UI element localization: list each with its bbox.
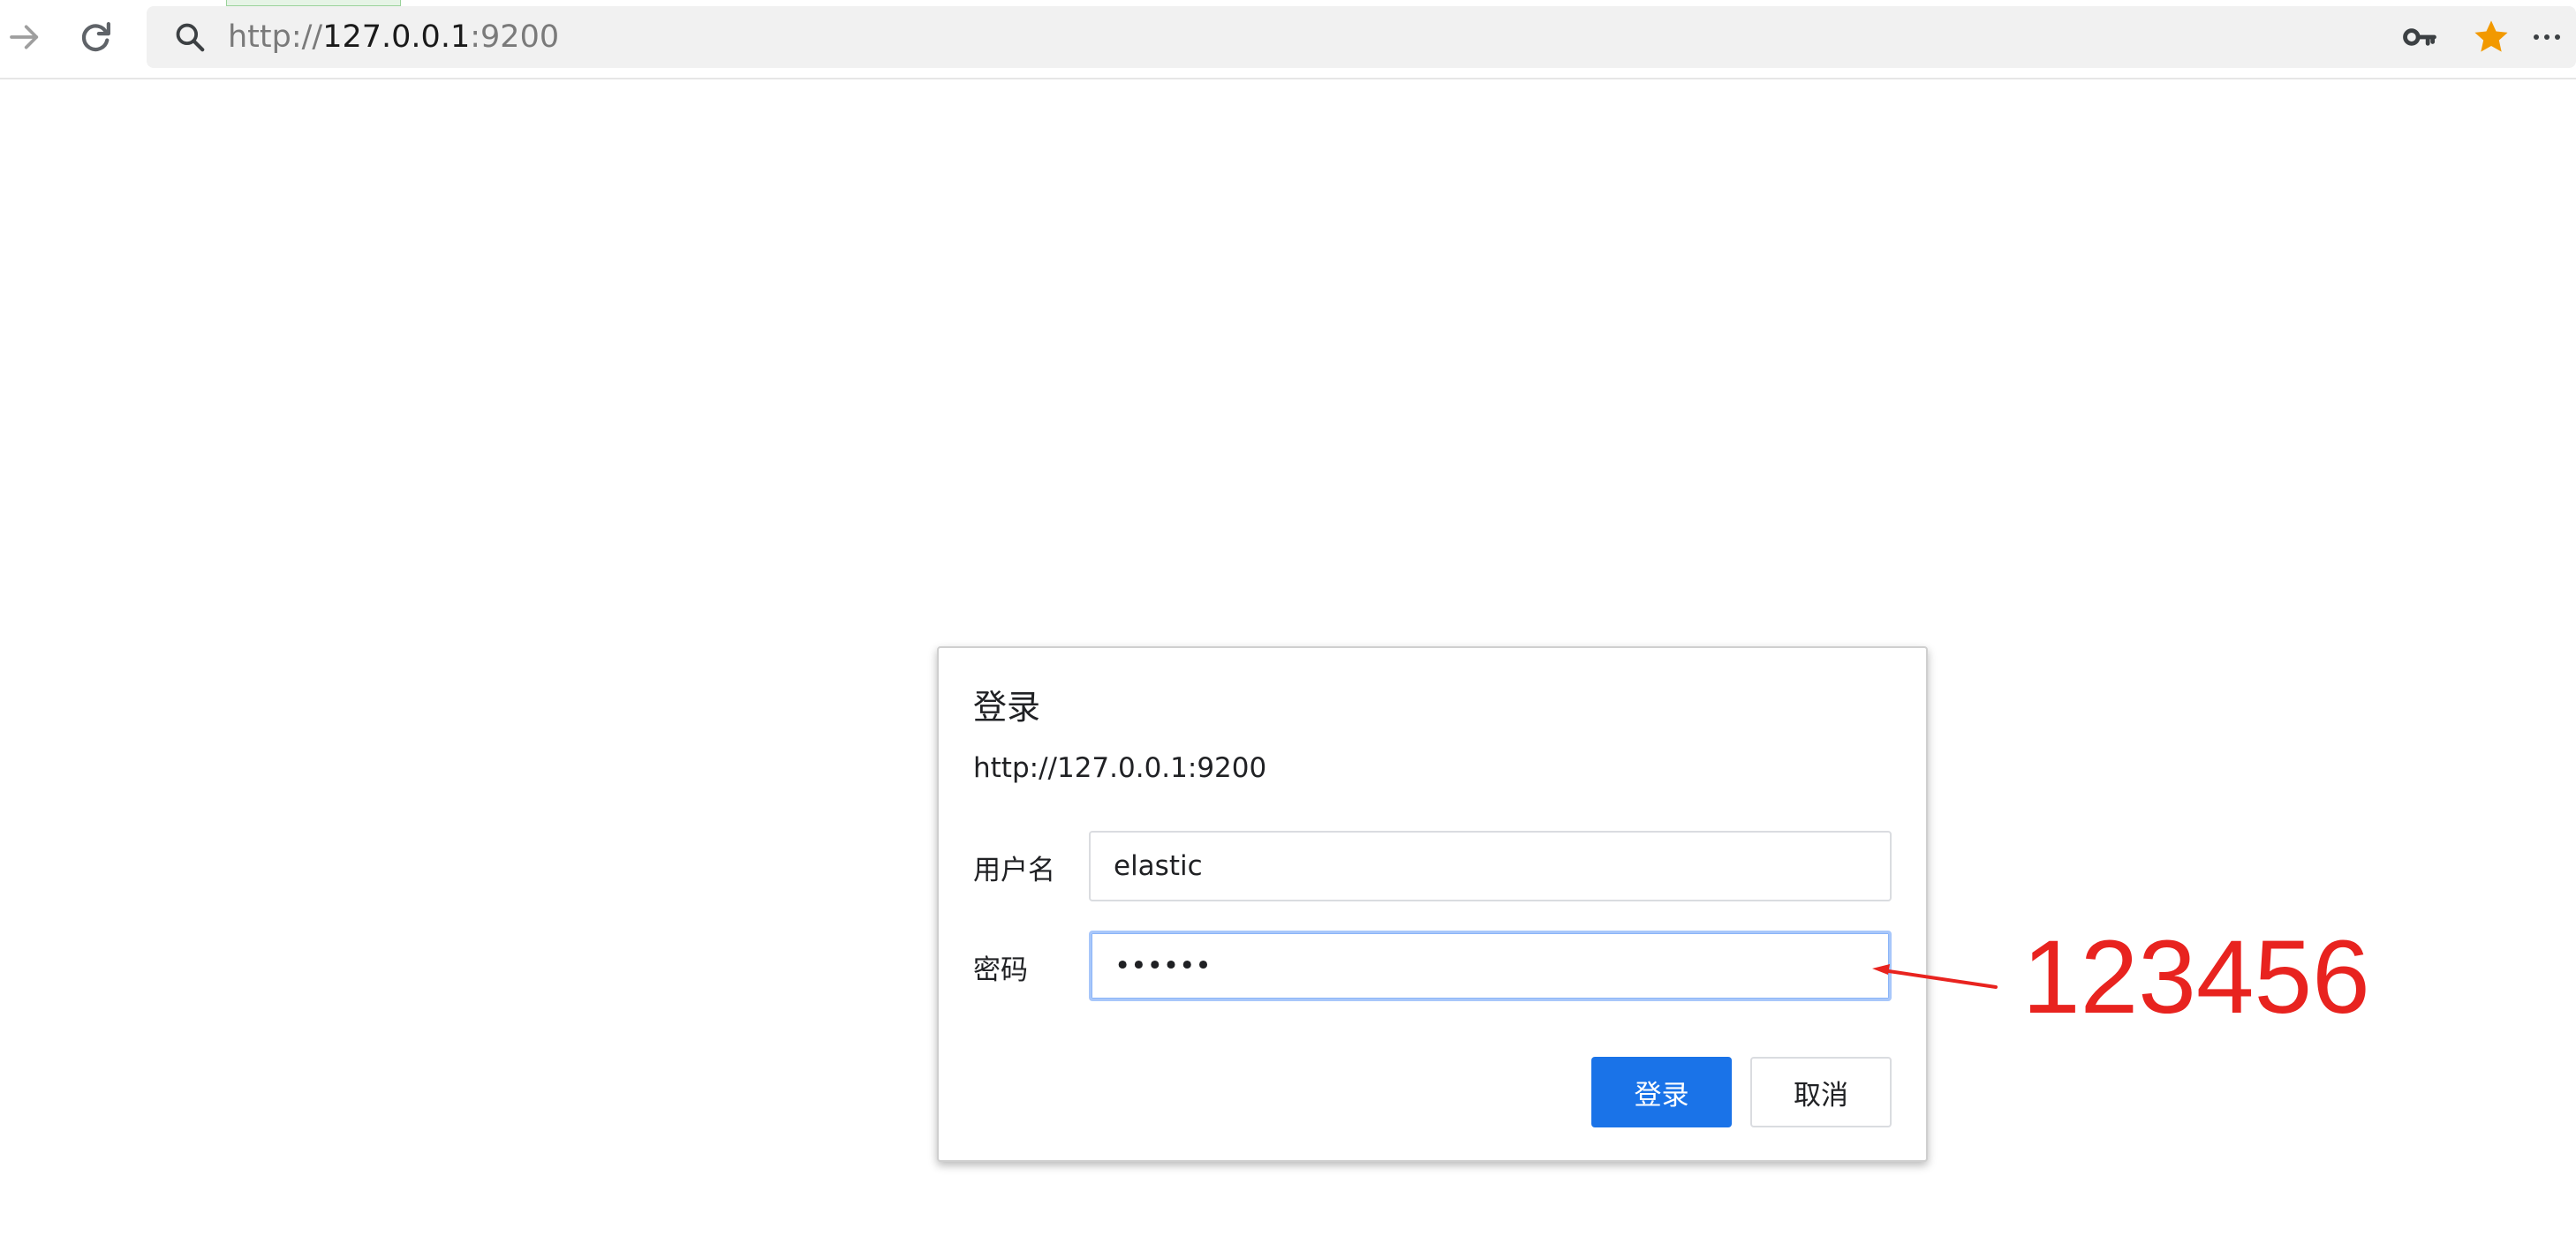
username-input[interactable]: [1089, 831, 1892, 901]
bookmark-button[interactable]: [2466, 12, 2516, 62]
cancel-button[interactable]: 取消: [1750, 1057, 1892, 1127]
address-bar[interactable]: http://127.0.0.1:9200: [147, 6, 2576, 68]
more-icon: [2534, 34, 2560, 40]
url-scheme: http://: [228, 19, 323, 55]
url-port: :9200: [470, 19, 560, 55]
tab-indicator: [226, 0, 401, 6]
dialog-origin: http://127.0.0.1:9200: [973, 752, 1267, 784]
login-button[interactable]: 登录: [1591, 1057, 1732, 1127]
search-icon: [173, 20, 207, 57]
address-url[interactable]: http://127.0.0.1:9200: [228, 6, 559, 68]
star-icon: [2474, 20, 2508, 52]
password-input[interactable]: [1089, 931, 1892, 1001]
arrow-right-icon: [10, 25, 39, 49]
dialog-title: 登录: [973, 688, 1041, 727]
annotation-arrow: [1872, 964, 1998, 989]
browser-toolbar: http://127.0.0.1:9200: [0, 0, 2576, 79]
reload-button[interactable]: [71, 12, 120, 62]
forward-button[interactable]: [0, 12, 49, 62]
password-key-button[interactable]: [2395, 12, 2444, 62]
annotation-text: 123456: [2022, 919, 2370, 1036]
reload-icon: [81, 22, 110, 52]
key-icon: [2403, 28, 2436, 46]
password-label: 密码: [973, 954, 1028, 986]
menu-button[interactable]: [2531, 12, 2576, 62]
username-label: 用户名: [973, 855, 1055, 886]
url-host: 127.0.0.1: [322, 19, 471, 55]
login-dialog: 登录 http://127.0.0.1:9200 用户名 密码 登录 取消: [937, 646, 1928, 1162]
